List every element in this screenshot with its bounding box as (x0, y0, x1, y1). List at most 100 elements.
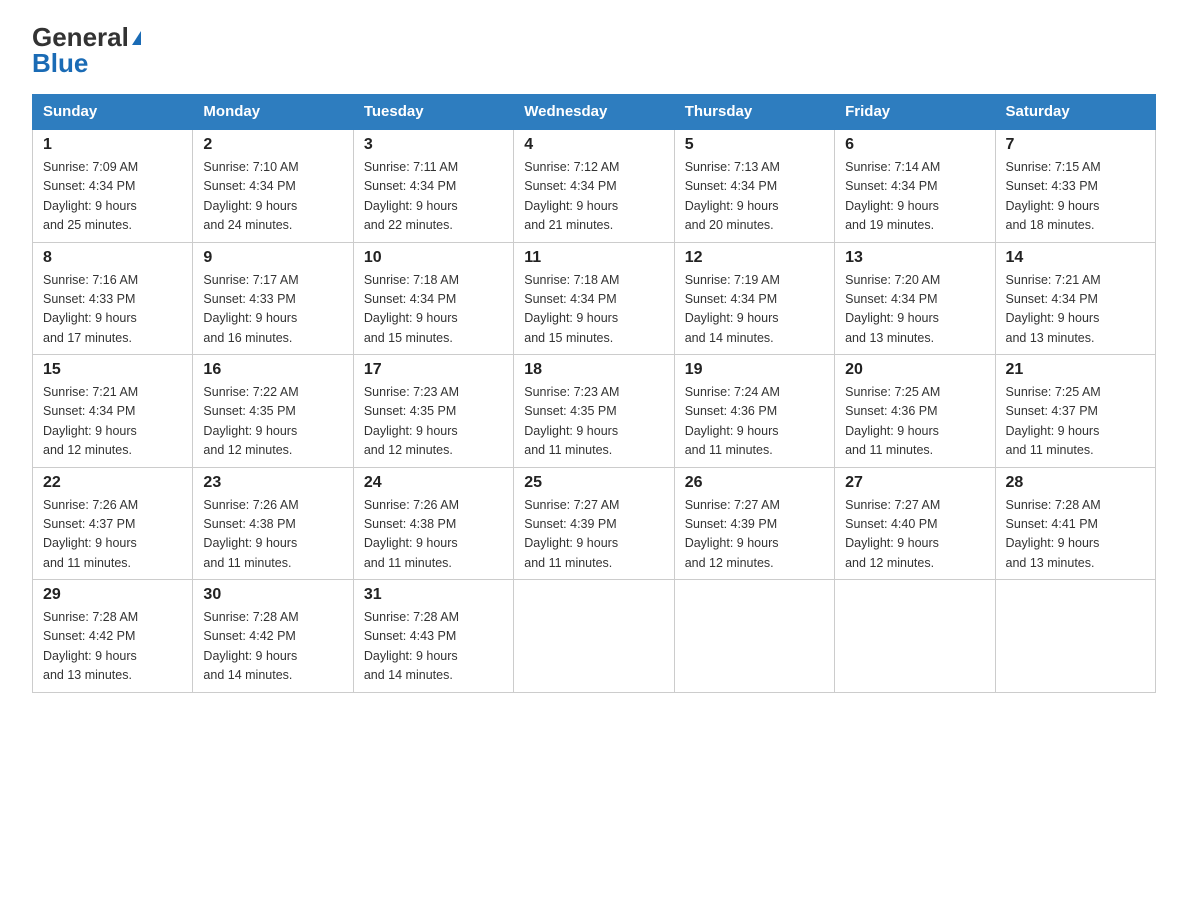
day-info: Sunrise: 7:24 AMSunset: 4:36 PMDaylight:… (685, 383, 824, 461)
header-tuesday: Tuesday (353, 95, 513, 130)
header-thursday: Thursday (674, 95, 834, 130)
logo-triangle-icon (132, 31, 141, 45)
day-info: Sunrise: 7:20 AMSunset: 4:34 PMDaylight:… (845, 271, 984, 349)
calendar-cell: 5 Sunrise: 7:13 AMSunset: 4:34 PMDaylight… (674, 129, 834, 242)
calendar-cell: 28Sunrise: 7:28 AMSunset: 4:41 PMDayligh… (995, 467, 1155, 580)
calendar-table: SundayMondayTuesdayWednesdayThursdayFrid… (32, 94, 1156, 693)
calendar-cell: 29 Sunrise: 7:28 AMSunset: 4:42 PMDayligh… (33, 580, 193, 693)
day-info: Sunrise: 7:27 AMSunset: 4:39 PMDaylight:… (685, 496, 824, 574)
calendar-header-row: SundayMondayTuesdayWednesdayThursdayFrid… (33, 95, 1156, 130)
day-info: Sunrise: 7:22 AMSunset: 4:35 PMDaylight:… (203, 383, 342, 461)
day-number: 3 (364, 136, 503, 154)
calendar-cell: 27 Sunrise: 7:27 AMSunset: 4:40 PMDayligh… (835, 467, 995, 580)
day-info: Sunrise: 7:14 AMSunset: 4:34 PMDaylight:… (845, 158, 984, 236)
day-number: 6 (845, 136, 984, 154)
day-number: 25 (524, 474, 663, 492)
day-number: 23 (203, 474, 342, 492)
calendar-cell: 19 Sunrise: 7:24 AMSunset: 4:36 PMDayligh… (674, 355, 834, 468)
calendar-week-2: 8 Sunrise: 7:16 AMSunset: 4:33 PMDaylight… (33, 242, 1156, 355)
day-info: Sunrise: 7:25 AMSunset: 4:37 PMDaylight:… (1006, 383, 1145, 461)
calendar-cell: 17Sunrise: 7:23 AMSunset: 4:35 PMDayligh… (353, 355, 513, 468)
header-saturday: Saturday (995, 95, 1155, 130)
calendar-cell: 2 Sunrise: 7:10 AMSunset: 4:34 PMDaylight… (193, 129, 353, 242)
day-info: Sunrise: 7:28 AMSunset: 4:43 PMDaylight:… (364, 608, 503, 686)
calendar-cell: 25 Sunrise: 7:27 AMSunset: 4:39 PMDayligh… (514, 467, 674, 580)
calendar-cell: 18Sunrise: 7:23 AMSunset: 4:35 PMDayligh… (514, 355, 674, 468)
header-wednesday: Wednesday (514, 95, 674, 130)
calendar-cell (514, 580, 674, 693)
calendar-week-1: 1 Sunrise: 7:09 AMSunset: 4:34 PMDaylight… (33, 129, 1156, 242)
day-number: 1 (43, 136, 182, 154)
header-monday: Monday (193, 95, 353, 130)
calendar-week-4: 22 Sunrise: 7:26 AMSunset: 4:37 PMDayligh… (33, 467, 1156, 580)
day-info: Sunrise: 7:11 AMSunset: 4:34 PMDaylight:… (364, 158, 503, 236)
day-number: 19 (685, 361, 824, 379)
day-info: Sunrise: 7:17 AMSunset: 4:33 PMDaylight:… (203, 271, 342, 349)
calendar-cell: 3 Sunrise: 7:11 AMSunset: 4:34 PMDaylight… (353, 129, 513, 242)
calendar-cell: 12 Sunrise: 7:19 AMSunset: 4:34 PMDayligh… (674, 242, 834, 355)
calendar-cell: 20Sunrise: 7:25 AMSunset: 4:36 PMDayligh… (835, 355, 995, 468)
calendar-cell: 15 Sunrise: 7:21 AMSunset: 4:34 PMDayligh… (33, 355, 193, 468)
day-number: 15 (43, 361, 182, 379)
day-number: 30 (203, 586, 342, 604)
calendar-cell: 1 Sunrise: 7:09 AMSunset: 4:34 PMDaylight… (33, 129, 193, 242)
day-info: Sunrise: 7:26 AMSunset: 4:38 PMDaylight:… (364, 496, 503, 574)
calendar-week-5: 29 Sunrise: 7:28 AMSunset: 4:42 PMDayligh… (33, 580, 1156, 693)
day-info: Sunrise: 7:19 AMSunset: 4:34 PMDaylight:… (685, 271, 824, 349)
calendar-cell: 13 Sunrise: 7:20 AMSunset: 4:34 PMDayligh… (835, 242, 995, 355)
day-info: Sunrise: 7:27 AMSunset: 4:39 PMDaylight:… (524, 496, 663, 574)
calendar-cell: 30 Sunrise: 7:28 AMSunset: 4:42 PMDayligh… (193, 580, 353, 693)
logo: General Blue (32, 24, 141, 76)
calendar-cell (835, 580, 995, 693)
logo-general-text: General (32, 24, 129, 50)
calendar-cell (995, 580, 1155, 693)
day-number: 18 (524, 361, 663, 379)
day-number: 5 (685, 136, 824, 154)
day-number: 27 (845, 474, 984, 492)
calendar-cell: 8 Sunrise: 7:16 AMSunset: 4:33 PMDaylight… (33, 242, 193, 355)
calendar-cell: 21 Sunrise: 7:25 AMSunset: 4:37 PMDayligh… (995, 355, 1155, 468)
day-info: Sunrise: 7:12 AMSunset: 4:34 PMDaylight:… (524, 158, 663, 236)
day-info: Sunrise: 7:16 AMSunset: 4:33 PMDaylight:… (43, 271, 182, 349)
day-info: Sunrise: 7:27 AMSunset: 4:40 PMDaylight:… (845, 496, 984, 574)
day-info: Sunrise: 7:09 AMSunset: 4:34 PMDaylight:… (43, 158, 182, 236)
day-number: 13 (845, 249, 984, 267)
day-info: Sunrise: 7:26 AMSunset: 4:37 PMDaylight:… (43, 496, 182, 574)
calendar-cell (674, 580, 834, 693)
day-number: 14 (1006, 249, 1145, 267)
day-number: 26 (685, 474, 824, 492)
calendar-cell: 4 Sunrise: 7:12 AMSunset: 4:34 PMDaylight… (514, 129, 674, 242)
logo-blue-text: Blue (32, 50, 88, 76)
day-number: 22 (43, 474, 182, 492)
day-number: 2 (203, 136, 342, 154)
day-number: 16 (203, 361, 342, 379)
day-info: Sunrise: 7:13 AMSunset: 4:34 PMDaylight:… (685, 158, 824, 236)
calendar-cell: 9Sunrise: 7:17 AMSunset: 4:33 PMDaylight… (193, 242, 353, 355)
calendar-cell: 16 Sunrise: 7:22 AMSunset: 4:35 PMDayligh… (193, 355, 353, 468)
day-info: Sunrise: 7:25 AMSunset: 4:36 PMDaylight:… (845, 383, 984, 461)
day-number: 29 (43, 586, 182, 604)
calendar-cell: 31 Sunrise: 7:28 AMSunset: 4:43 PMDayligh… (353, 580, 513, 693)
day-info: Sunrise: 7:28 AMSunset: 4:41 PMDaylight:… (1006, 496, 1145, 574)
header-sunday: Sunday (33, 95, 193, 130)
day-info: Sunrise: 7:23 AMSunset: 4:35 PMDaylight:… (364, 383, 503, 461)
day-number: 21 (1006, 361, 1145, 379)
calendar-cell: 6 Sunrise: 7:14 AMSunset: 4:34 PMDaylight… (835, 129, 995, 242)
calendar-cell: 26 Sunrise: 7:27 AMSunset: 4:39 PMDayligh… (674, 467, 834, 580)
day-number: 8 (43, 249, 182, 267)
calendar-cell: 10 Sunrise: 7:18 AMSunset: 4:34 PMDayligh… (353, 242, 513, 355)
day-info: Sunrise: 7:10 AMSunset: 4:34 PMDaylight:… (203, 158, 342, 236)
calendar-cell: 22 Sunrise: 7:26 AMSunset: 4:37 PMDayligh… (33, 467, 193, 580)
calendar-cell: 23 Sunrise: 7:26 AMSunset: 4:38 PMDayligh… (193, 467, 353, 580)
day-info: Sunrise: 7:28 AMSunset: 4:42 PMDaylight:… (203, 608, 342, 686)
day-number: 11 (524, 249, 663, 267)
day-info: Sunrise: 7:26 AMSunset: 4:38 PMDaylight:… (203, 496, 342, 574)
calendar-cell: 24Sunrise: 7:26 AMSunset: 4:38 PMDayligh… (353, 467, 513, 580)
day-number: 4 (524, 136, 663, 154)
day-number: 31 (364, 586, 503, 604)
day-number: 10 (364, 249, 503, 267)
day-info: Sunrise: 7:28 AMSunset: 4:42 PMDaylight:… (43, 608, 182, 686)
day-info: Sunrise: 7:18 AMSunset: 4:34 PMDaylight:… (364, 271, 503, 349)
day-number: 12 (685, 249, 824, 267)
day-info: Sunrise: 7:21 AMSunset: 4:34 PMDaylight:… (43, 383, 182, 461)
